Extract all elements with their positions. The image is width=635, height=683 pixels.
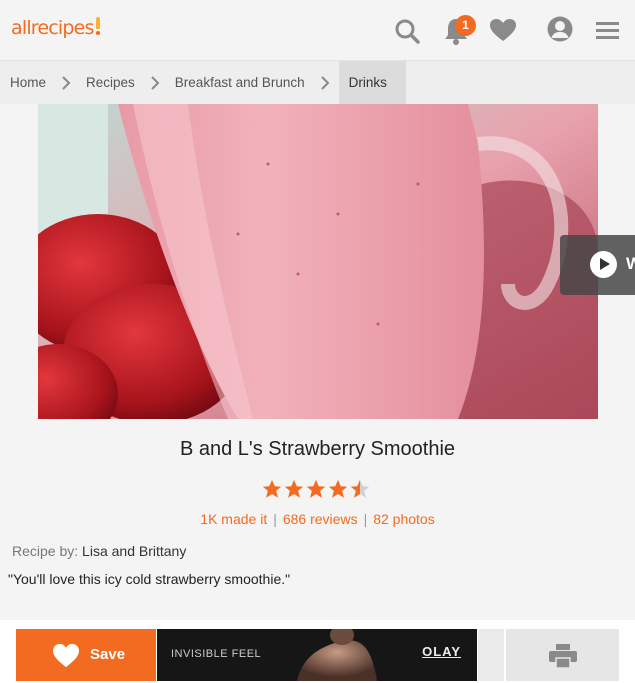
heart-icon — [53, 643, 79, 668]
profile-icon[interactable] — [545, 14, 575, 46]
made-it-link[interactable]: 1K made it — [200, 511, 267, 527]
breadcrumb-recipes[interactable]: Recipes — [76, 61, 165, 104]
recipe-byline: Recipe by: Lisa and Brittany — [12, 543, 186, 559]
author-link[interactable]: Lisa and Brittany — [82, 543, 186, 559]
save-button[interactable]: Save — [16, 629, 156, 681]
action-bar: Save INVISIBLE FEEL OLAY — [0, 620, 635, 683]
chevron-right-icon — [320, 75, 330, 90]
byline-label: Recipe by: — [12, 543, 79, 559]
recipe-description: "You'll love this icy cold strawberry sm… — [8, 571, 291, 587]
star-full-icon — [284, 479, 304, 498]
logo-mark-icon — [95, 17, 101, 36]
star-rating[interactable] — [261, 478, 371, 500]
breadcrumb-home[interactable]: Home — [0, 61, 76, 104]
menu-icon[interactable] — [593, 14, 623, 46]
play-icon — [590, 251, 617, 278]
star-full-icon — [262, 479, 282, 498]
print-button[interactable] — [506, 629, 619, 681]
printer-icon — [549, 644, 577, 668]
breadcrumb-breakfast-and-brunch[interactable]: Breakfast and Brunch — [165, 61, 335, 104]
recipe-photo[interactable] — [38, 104, 598, 419]
search-icon[interactable] — [393, 14, 423, 46]
star-half-icon — [350, 479, 370, 498]
recipe-stats: 1K made it | 686 reviews | 82 photos — [200, 511, 435, 527]
star-full-icon — [328, 479, 348, 498]
breadcrumb-drinks[interactable]: Drinks — [338, 61, 406, 104]
breadcrumb: Home Recipes Breakfast and Brunch Drinks — [0, 61, 635, 104]
heart-icon[interactable] — [488, 14, 518, 46]
recipe-title: B and L's Strawberry Smoothie — [179, 438, 456, 460]
site-header: allrecipes 1 — [0, 0, 635, 61]
chevron-right-icon — [151, 75, 160, 90]
allrecipes-logo[interactable]: allrecipes — [11, 17, 101, 39]
reviews-link[interactable]: 686 reviews — [283, 511, 358, 527]
chevron-right-icon — [62, 75, 71, 90]
photos-link[interactable]: 82 photos — [373, 511, 435, 527]
watch-video-button[interactable]: W — [560, 235, 635, 295]
ad-spacer — [478, 629, 504, 681]
star-full-icon — [306, 479, 326, 498]
smoothie-photo-illustration — [38, 104, 598, 419]
notification-badge[interactable]: 1 — [455, 15, 476, 36]
olay-advertisement[interactable]: INVISIBLE FEEL OLAY — [157, 629, 477, 681]
